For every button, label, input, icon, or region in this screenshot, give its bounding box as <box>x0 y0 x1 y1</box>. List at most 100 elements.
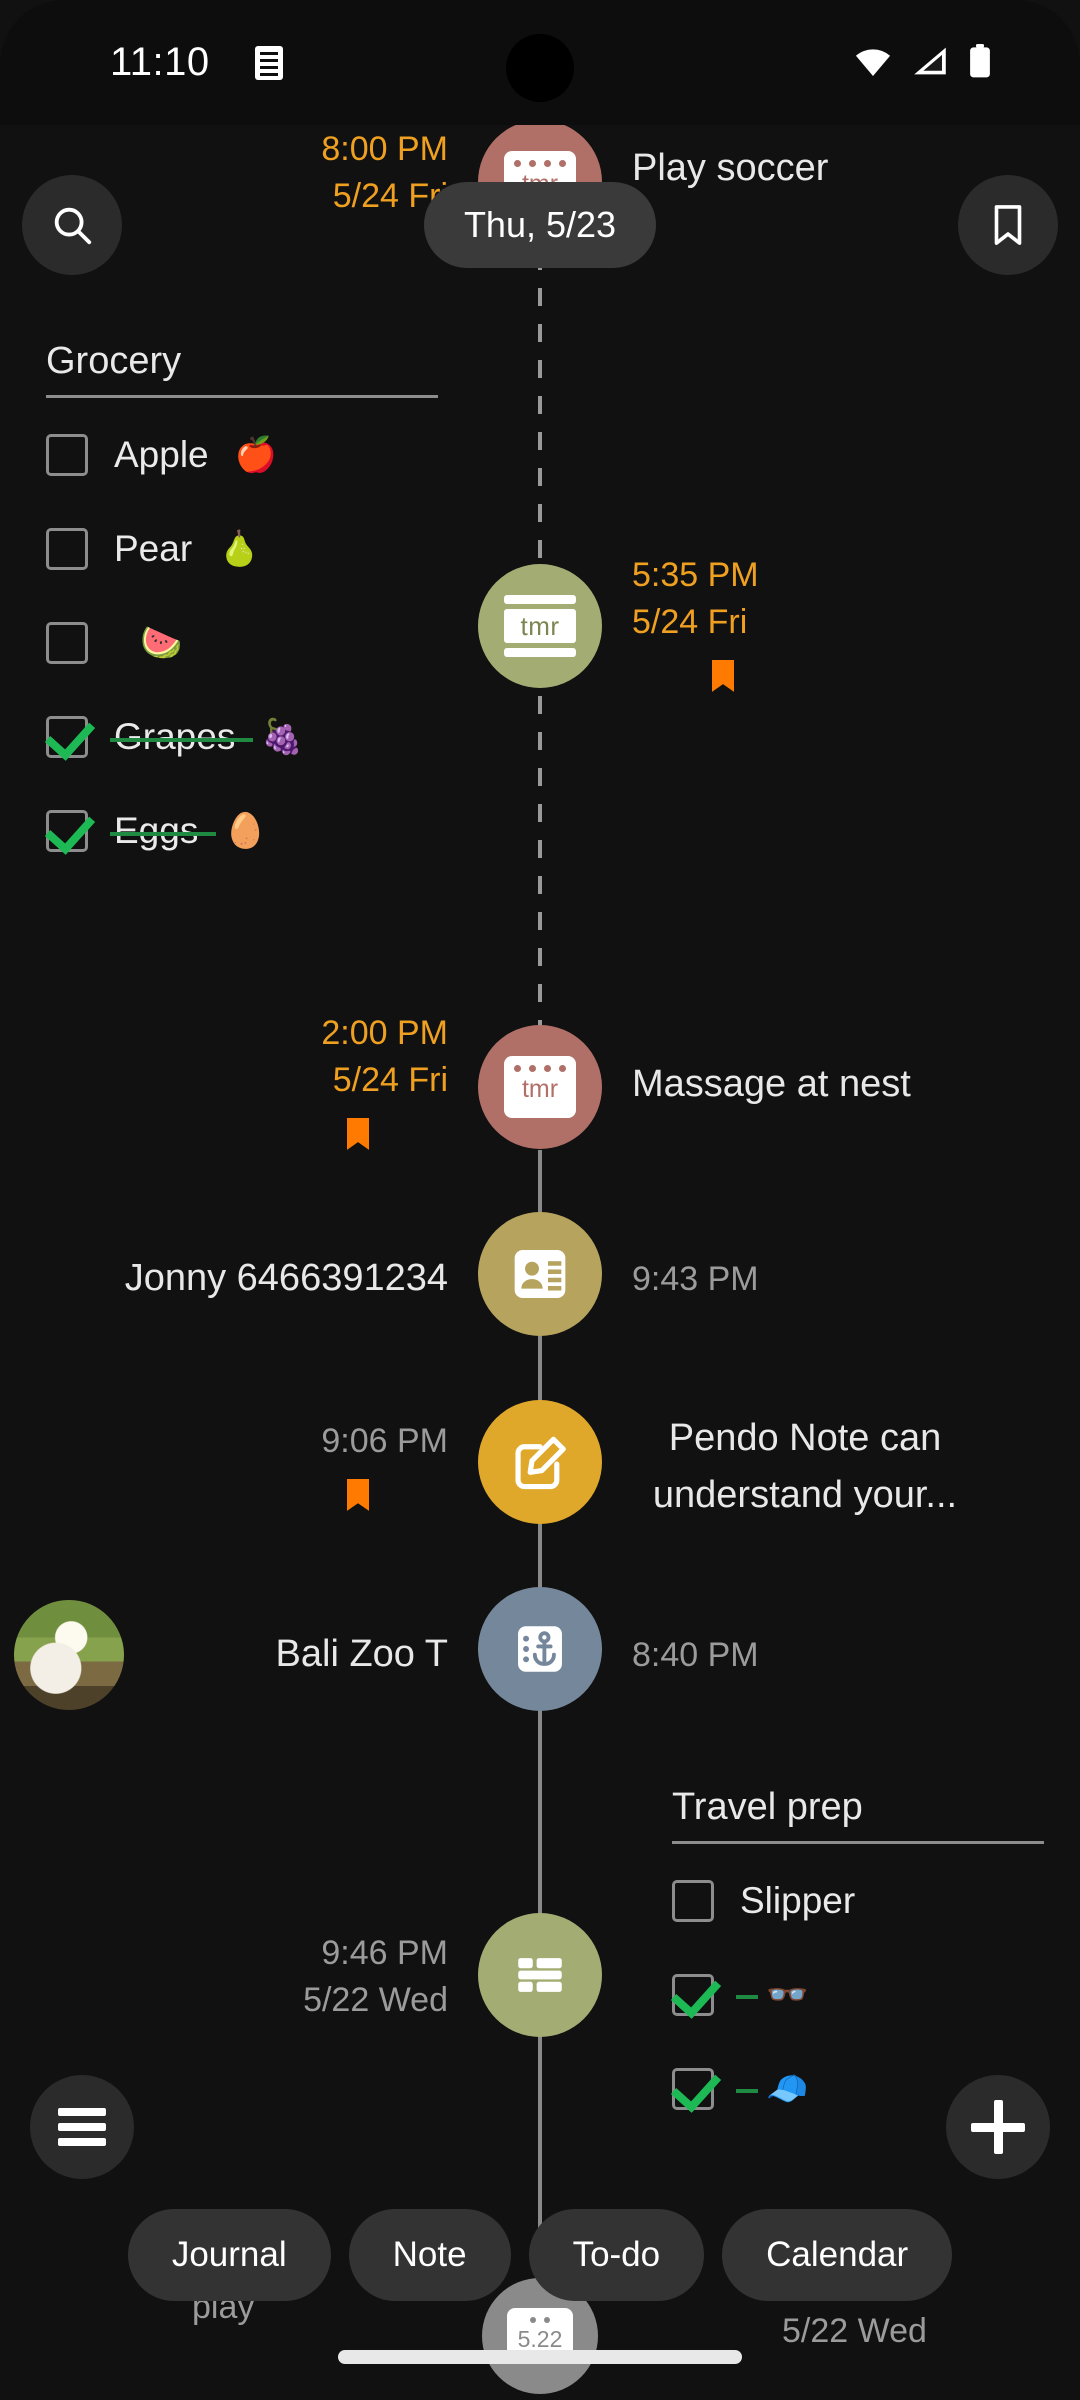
bookmark-flag-icon <box>347 1478 369 1511</box>
card-top-stripe <box>504 595 576 604</box>
checklist-item[interactable]: 👓 <box>672 1974 1044 2016</box>
timeline-right-massage[interactable]: Massage at nest <box>632 1058 911 1110</box>
timeline-right-grocery: 5:35 PM 5/24 Fri <box>632 552 814 699</box>
timeline-right-partial-date: 5/22 Wed <box>782 2312 927 2350</box>
tab-calendar[interactable]: Calendar <box>722 2209 953 2301</box>
calendar-tmr-label: tmr <box>504 609 576 643</box>
plus-icon <box>971 2100 1025 2154</box>
app-screen: tmr 8:00 PM 5/24 Fri Play soccer Thu, 5/… <box>0 0 1080 2400</box>
timeline-right-play-soccer[interactable]: Play soccer <box>632 142 828 194</box>
checkbox-glasses[interactable] <box>672 1974 714 2016</box>
event-time: 9:46 PM <box>321 1934 448 1972</box>
glasses-emoji-icon: 👓 <box>766 1976 809 2014</box>
list-grid-icon <box>518 1958 562 1992</box>
bottom-tab-bar: Journal Note To-do Calendar <box>0 2205 1080 2305</box>
timeline-left-travel-prep: 9:46 PM 5/22 Wed <box>303 1930 448 2024</box>
photo-title: Bali Zoo T <box>275 1633 448 1675</box>
event-time: 8:00 PM <box>321 130 448 168</box>
camera-notch <box>506 34 574 102</box>
hamburger-menu-icon <box>58 2101 106 2153</box>
checkbox-apple[interactable] <box>46 434 88 476</box>
calendar-tmr-icon: tmr <box>504 1056 576 1118</box>
bookmark-flag-icon <box>347 1117 369 1150</box>
timeline-left-pendo-note: 9:06 PM <box>268 1418 448 1518</box>
checkbox-pear[interactable] <box>46 528 88 570</box>
contact-title: Jonny 6466391234 <box>124 1257 448 1299</box>
checklist-item[interactable]: Pear 🍐 <box>46 528 438 570</box>
bookmark-flag-icon <box>712 659 734 692</box>
checklist-item-label: Pear <box>114 528 193 569</box>
anchor-card-icon <box>518 1626 562 1672</box>
tab-journal[interactable]: Journal <box>127 2209 331 2301</box>
bookmark-icon <box>994 205 1022 245</box>
tab-todo[interactable]: To-do <box>528 2209 705 2301</box>
contact-card-icon <box>514 1250 566 1298</box>
bird-photo-thumbnail[interactable] <box>14 1600 124 1710</box>
timeline-right-pendo-note[interactable]: Pendo Note can understand your... <box>632 1410 978 1524</box>
add-fab-button[interactable] <box>946 2075 1050 2179</box>
timeline-right-jonny: 9:43 PM <box>632 1256 759 1303</box>
wifi-icon <box>855 49 891 76</box>
cap-emoji-icon: 🧢 <box>766 2070 809 2108</box>
timeline-node-bali-zoo[interactable] <box>478 1587 602 1711</box>
event-time: 5:35 PM <box>632 556 759 594</box>
event-title: Massage at nest <box>632 1063 911 1105</box>
apple-emoji-icon: 🍎 <box>234 436 277 474</box>
home-indicator[interactable] <box>338 2350 742 2364</box>
egg-emoji-icon: 🥚 <box>224 812 267 850</box>
bookmark-button[interactable] <box>958 175 1058 275</box>
checklist-item-label: Apple <box>114 434 209 475</box>
event-date: 5/24 Fri <box>332 1060 448 1099</box>
checklist-rule <box>672 1841 1044 1844</box>
calendar-tmr-label: tmr <box>521 1075 559 1103</box>
event-title: Play soccer <box>632 147 829 189</box>
battery-icon <box>970 44 990 78</box>
checklist-grocery[interactable]: Grocery Apple 🍎 Pear 🍐 🍉 Grapes 🍇 Eggs 🥚 <box>46 340 438 904</box>
checklist-item[interactable]: Slipper <box>672 1880 1044 1922</box>
card-bottom-stripe <box>504 648 576 657</box>
checkbox-slipper[interactable] <box>672 1880 714 1922</box>
menu-fab-button[interactable] <box>30 2075 134 2179</box>
checklist-item-label: Eggs <box>109 810 217 851</box>
date-marker-label: 5.22 <box>517 2326 563 2352</box>
checklist-item[interactable]: Grapes 🍇 <box>46 716 438 758</box>
timeline-node-massage[interactable]: tmr <box>478 1025 602 1149</box>
checklist-item[interactable]: 🍉 <box>46 622 438 664</box>
calendar-tmr-icon: tmr <box>504 595 576 657</box>
timeline-node-pendo-note[interactable] <box>478 1400 602 1524</box>
search-icon <box>54 207 92 245</box>
timeline-right-bali-zoo: 8:40 PM <box>632 1632 759 1679</box>
checklist-item[interactable]: Eggs 🥚 <box>46 810 438 852</box>
calendar-rings <box>514 160 566 167</box>
timeline-node-grocery[interactable]: tmr <box>478 564 602 688</box>
signal-icon <box>914 47 946 75</box>
tab-note[interactable]: Note <box>348 2209 511 2301</box>
note-edit-icon <box>515 1436 566 1490</box>
timeline-left-jonny[interactable]: Jonny 6466391234 <box>125 1252 448 1304</box>
checklist-title: Grocery <box>46 340 182 382</box>
checklist-item[interactable]: Apple 🍎 <box>46 434 438 476</box>
event-date: 5/24 Fri <box>632 602 748 641</box>
timeline-left-massage: 2:00 PM 5/24 Fri <box>268 1010 448 1157</box>
note-title: Pendo Note can understand your... <box>652 1417 958 1516</box>
checkbox-cap[interactable] <box>672 2068 714 2110</box>
checklist-item-label: Slipper <box>740 1880 856 1921</box>
event-date: 5/22 Wed <box>303 1980 448 2019</box>
event-time: 2:00 PM <box>321 1014 448 1052</box>
checklist-rule <box>46 395 438 398</box>
checkbox-eggs[interactable] <box>46 810 88 852</box>
status-time: 11:10 <box>110 40 210 84</box>
timeline-spine-dashed-2 <box>538 660 542 1040</box>
event-time: 8:40 PM <box>632 1636 759 1674</box>
search-button[interactable] <box>22 175 122 275</box>
note-icon <box>255 46 283 80</box>
timeline-node-jonny[interactable] <box>478 1212 602 1336</box>
checkbox-grapes[interactable] <box>46 716 88 758</box>
date-pill[interactable]: Thu, 5/23 <box>424 182 656 268</box>
calendar-rings <box>514 1065 566 1072</box>
watermelon-emoji-icon: 🍉 <box>140 624 183 662</box>
timeline-left-bali-zoo[interactable]: Bali Zoo T <box>276 1628 448 1680</box>
event-time: 9:06 PM <box>321 1422 448 1460</box>
timeline-node-travel-prep[interactable] <box>478 1913 602 2037</box>
checkbox-watermelon[interactable] <box>46 622 88 664</box>
